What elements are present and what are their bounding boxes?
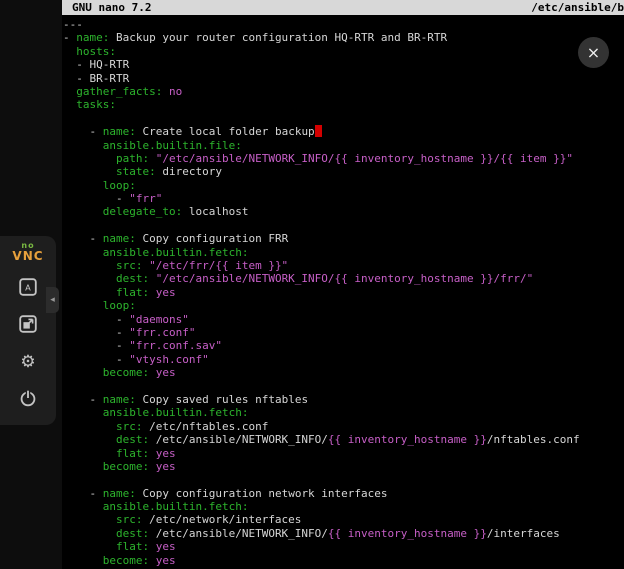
power-button[interactable] [13, 383, 43, 413]
editor-line[interactable]: state: directory [63, 165, 624, 178]
editor-line[interactable]: become: yes [63, 366, 624, 379]
editor-line[interactable]: loop: [63, 299, 624, 312]
editor-line[interactable]: - name: Copy configuration network inter… [63, 487, 624, 500]
editor-line[interactable]: - "frr.conf.sav" [63, 339, 624, 352]
editor-line[interactable]: ansible.builtin.fetch: [63, 246, 624, 259]
power-icon [17, 387, 39, 409]
editor-line[interactable] [63, 112, 624, 125]
editor-line[interactable]: path: "/etc/ansible/NETWORK_INFO/{{ inve… [63, 152, 624, 165]
clipboard-icon: A [17, 276, 39, 298]
editor-line[interactable]: src: /etc/nftables.conf [63, 420, 624, 433]
vnc-control-panel: no VNC A ⚙ [0, 236, 56, 425]
text-cursor [315, 125, 322, 137]
settings-gear-icon: ⚙ [20, 353, 35, 370]
editor-line[interactable]: ansible.builtin.fetch: [63, 406, 624, 419]
editor-line[interactable] [63, 473, 624, 486]
editor-line[interactable]: - name: Backup your router configuration… [63, 31, 624, 44]
editor-line[interactable]: gather_facts: no [63, 85, 624, 98]
editor-line[interactable] [63, 380, 624, 393]
editor-line[interactable]: src: "/etc/frr/{{ item }}" [63, 259, 624, 272]
svg-text:A: A [25, 283, 31, 293]
nano-version-label: GNU nano 7.2 [72, 1, 151, 14]
chevron-left-icon: ◂ [50, 295, 55, 305]
editor-line[interactable]: flat: yes [63, 447, 624, 460]
editor-line[interactable]: - HQ-RTR [63, 58, 624, 71]
editor-line[interactable]: - name: Copy configuration FRR [63, 232, 624, 245]
fullscreen-icon [17, 313, 39, 335]
close-icon: × [587, 43, 600, 62]
editor-line[interactable]: - "frr" [63, 192, 624, 205]
editor-line[interactable]: dest: /etc/ansible/NETWORK_INFO/{{ inven… [63, 433, 624, 446]
editor-line[interactable]: loop: [63, 179, 624, 192]
novnc-logo-text: VNC [12, 250, 43, 262]
editor-content[interactable]: ---- name: Backup your router configurat… [62, 15, 624, 567]
editor-line[interactable]: - name: Create local folder backup [63, 125, 624, 138]
editor-line[interactable]: flat: yes [63, 286, 624, 299]
vnc-control-bar: no VNC A ⚙ [0, 0, 62, 569]
file-path-label: /etc/ansible/b [531, 1, 624, 14]
editor-line[interactable]: ansible.builtin.file: [63, 139, 624, 152]
clipboard-button[interactable]: A [13, 272, 43, 302]
editor-line[interactable]: - BR-RTR [63, 72, 624, 85]
editor-line[interactable]: hosts: [63, 45, 624, 58]
editor-line[interactable]: delegate_to: localhost [63, 205, 624, 218]
editor-line[interactable]: become: yes [63, 554, 624, 567]
editor-line[interactable]: ansible.builtin.fetch: [63, 500, 624, 513]
editor-line[interactable]: - "daemons" [63, 313, 624, 326]
close-button[interactable]: × [578, 37, 609, 68]
editor-line[interactable]: flat: yes [63, 540, 624, 553]
editor-line[interactable]: dest: /etc/ansible/NETWORK_INFO/{{ inven… [63, 527, 624, 540]
fullscreen-button[interactable] [13, 309, 43, 339]
editor-line[interactable] [63, 219, 624, 232]
editor-line[interactable]: --- [63, 18, 624, 31]
settings-button[interactable]: ⚙ [13, 346, 43, 376]
control-bar-handle[interactable]: ◂ [46, 287, 59, 313]
nano-titlebar: GNU nano 7.2 /etc/ansible/b [62, 0, 624, 15]
editor-line[interactable]: - "vtysh.conf" [63, 353, 624, 366]
editor-line[interactable]: tasks: [63, 98, 624, 111]
terminal-window: GNU nano 7.2 /etc/ansible/b ---- name: B… [62, 0, 624, 569]
editor-line[interactable]: - name: Copy saved rules nftables [63, 393, 624, 406]
editor-line[interactable]: src: /etc/network/interfaces [63, 513, 624, 526]
editor-line[interactable]: become: yes [63, 460, 624, 473]
editor-line[interactable]: - "frr.conf" [63, 326, 624, 339]
novnc-logo: no VNC [12, 242, 43, 262]
editor-line[interactable]: dest: "/etc/ansible/NETWORK_INFO/{{ inve… [63, 272, 624, 285]
